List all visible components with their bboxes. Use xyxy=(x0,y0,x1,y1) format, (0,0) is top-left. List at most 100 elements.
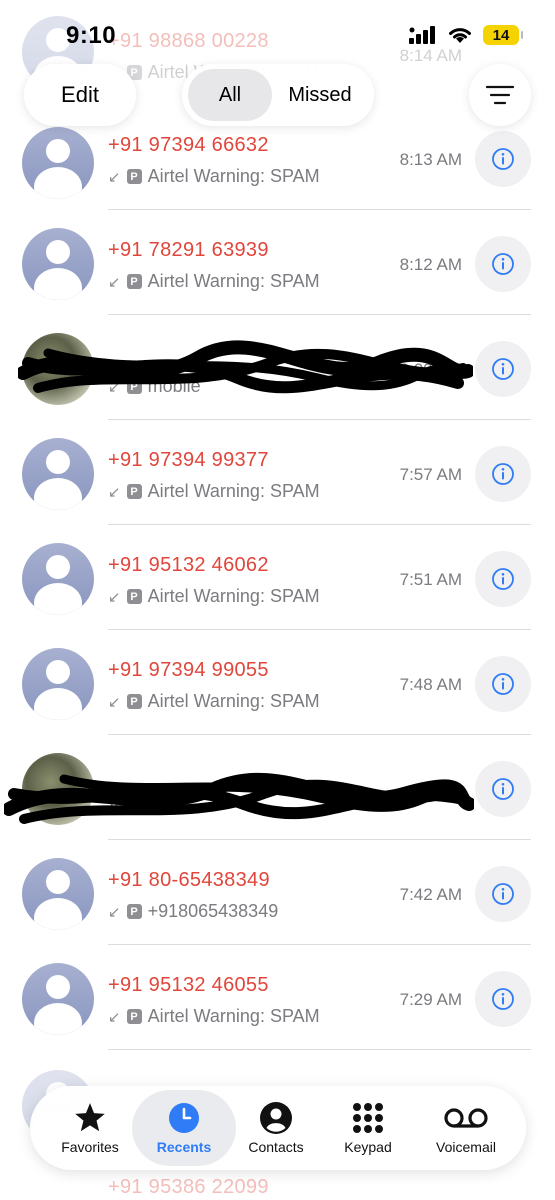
call-subtitle: Audio xyxy=(108,796,155,816)
tab-label: Voicemail xyxy=(436,1139,496,1155)
call-row[interactable]: +91 78291 63939 ↙ P Airtel Warning: SPAM… xyxy=(0,210,555,315)
call-time: 7:57 AM xyxy=(399,465,462,484)
call-row[interactable]: +91 95132 46055 ↙ P Airtel Warning: SPAM… xyxy=(0,945,555,1050)
info-button[interactable] xyxy=(475,446,531,502)
tab-contacts[interactable]: Contacts xyxy=(230,1090,322,1166)
p-badge-icon: P xyxy=(126,589,142,604)
call-subtitle: ↙ P Airtel Warning: SPAM xyxy=(108,1006,320,1026)
segment-all[interactable]: All xyxy=(188,69,272,121)
p-badge-icon: P xyxy=(126,169,142,184)
segmented-control: All Missed xyxy=(182,64,374,126)
caller-number: +91 95132 46062 xyxy=(108,554,269,576)
call-subtitle: ↙ P Airtel Warning: SPAM xyxy=(108,691,320,711)
filter-button[interactable] xyxy=(469,64,531,126)
info-button[interactable] xyxy=(475,866,531,922)
p-badge-icon: P xyxy=(126,904,142,919)
call-subtitle: ↙ P Airtel Warning: SPAM xyxy=(108,586,320,606)
call-row[interactable]: ↙ P mobile 8:09 AM xyxy=(0,315,555,420)
edit-button[interactable]: Edit xyxy=(24,64,136,126)
caller-number: +91 97394 99377 xyxy=(108,449,269,471)
tab-voicemail[interactable]: Voicemail xyxy=(414,1090,518,1166)
caller-number: +91 95386 22099 xyxy=(108,1176,269,1198)
contact-avatar xyxy=(22,127,94,199)
contact-avatar xyxy=(22,438,94,510)
contact-photo-avatar xyxy=(22,333,94,405)
info-icon xyxy=(492,883,514,905)
info-button[interactable] xyxy=(475,551,531,607)
call-subtitle: ↙ P Airtel Warning: SPAM xyxy=(108,271,320,291)
contact-avatar xyxy=(22,858,94,930)
info-icon xyxy=(492,358,514,380)
caller-number: +91 97394 66632 xyxy=(108,134,269,156)
tab-label: Recents xyxy=(156,1139,212,1155)
call-time: 7:42 AM xyxy=(399,885,462,904)
info-button[interactable] xyxy=(475,236,531,292)
call-subtitle: ↙ P Airtel Warning: SPAM xyxy=(108,481,320,501)
contact-avatar xyxy=(22,228,94,300)
info-icon xyxy=(492,463,514,485)
header: Edit All Missed xyxy=(0,64,555,130)
cellular-signal-icon xyxy=(409,26,435,44)
call-time: 7:51 AM xyxy=(399,570,462,589)
info-icon xyxy=(492,568,514,590)
segment-missed[interactable]: Missed xyxy=(272,69,368,121)
caller-number: +91 95132 46055 xyxy=(108,974,269,996)
caller-number: +91 80-65438349 xyxy=(108,869,270,891)
call-row[interactable]: Audio xyxy=(0,735,555,840)
call-time: 8:09 AM xyxy=(399,360,462,379)
info-icon xyxy=(492,673,514,695)
info-icon xyxy=(492,253,514,275)
call-row[interactable]: +91 97394 99377 ↙ P Airtel Warning: SPAM… xyxy=(0,420,555,525)
tab-favorites[interactable]: Favorites xyxy=(40,1090,140,1166)
tab-keypad[interactable]: Keypad xyxy=(322,1090,414,1166)
incoming-call-arrow-icon: ↙ xyxy=(108,168,121,186)
keypad-grid-icon xyxy=(353,1103,383,1133)
star-icon xyxy=(75,1103,105,1132)
p-badge-icon: P xyxy=(126,694,142,709)
call-subtitle: ↙ P +918065438349 xyxy=(108,901,279,921)
p-badge-icon: P xyxy=(126,379,142,394)
info-button[interactable] xyxy=(475,131,531,187)
info-icon xyxy=(492,988,514,1010)
p-badge-icon: P xyxy=(126,274,142,289)
info-button[interactable] xyxy=(475,971,531,1027)
incoming-call-arrow-icon: ↙ xyxy=(108,588,121,606)
p-badge-icon: P xyxy=(126,1009,142,1024)
call-row[interactable]: +91 97394 99055 ↙ P Airtel Warning: SPAM… xyxy=(0,630,555,735)
info-button[interactable] xyxy=(475,761,531,817)
call-time: 7:29 AM xyxy=(399,990,462,1009)
person-circle-icon xyxy=(260,1102,292,1134)
info-icon xyxy=(492,778,514,800)
tab-label: Keypad xyxy=(344,1139,392,1155)
filter-lines-icon xyxy=(486,85,514,105)
call-time: 8:13 AM xyxy=(399,150,462,169)
status-indicators: 14 xyxy=(409,25,523,45)
call-subtitle: ↙ P Airtel Warning: SPAM xyxy=(108,166,320,186)
row-separator xyxy=(108,1049,531,1050)
wifi-icon xyxy=(449,28,471,43)
contact-photo-avatar xyxy=(22,753,94,825)
call-row[interactable]: +91 95132 46062 ↙ P Airtel Warning: SPAM… xyxy=(0,525,555,630)
incoming-call-arrow-icon: ↙ xyxy=(108,378,121,396)
incoming-call-arrow-icon: ↙ xyxy=(108,1008,121,1026)
incoming-call-arrow-icon: ↙ xyxy=(108,273,121,291)
battery-indicator: 14 xyxy=(483,25,523,45)
info-button[interactable] xyxy=(475,656,531,712)
call-row[interactable]: +91 80-65438349 ↙ P +918065438349 7:42 A… xyxy=(0,840,555,945)
call-subtitle: ↙ P mobile xyxy=(108,376,201,396)
p-badge-icon: P xyxy=(126,484,142,499)
tab-label: Contacts xyxy=(248,1139,304,1155)
incoming-call-arrow-icon: ↙ xyxy=(108,693,121,711)
info-button[interactable] xyxy=(475,341,531,397)
tab-recents[interactable]: Recents xyxy=(132,1090,236,1166)
tab-label: Favorites xyxy=(61,1139,119,1155)
status-bar: 9:10 14 xyxy=(0,0,555,70)
contact-avatar xyxy=(22,543,94,615)
status-time: 9:10 xyxy=(66,22,117,49)
voicemail-icon xyxy=(444,1108,488,1128)
info-icon xyxy=(492,148,514,170)
incoming-call-arrow-icon: ↙ xyxy=(108,483,121,501)
contact-avatar xyxy=(22,963,94,1035)
caller-number: +91 97394 99055 xyxy=(108,659,269,681)
caller-number: +91 78291 63939 xyxy=(108,239,269,261)
